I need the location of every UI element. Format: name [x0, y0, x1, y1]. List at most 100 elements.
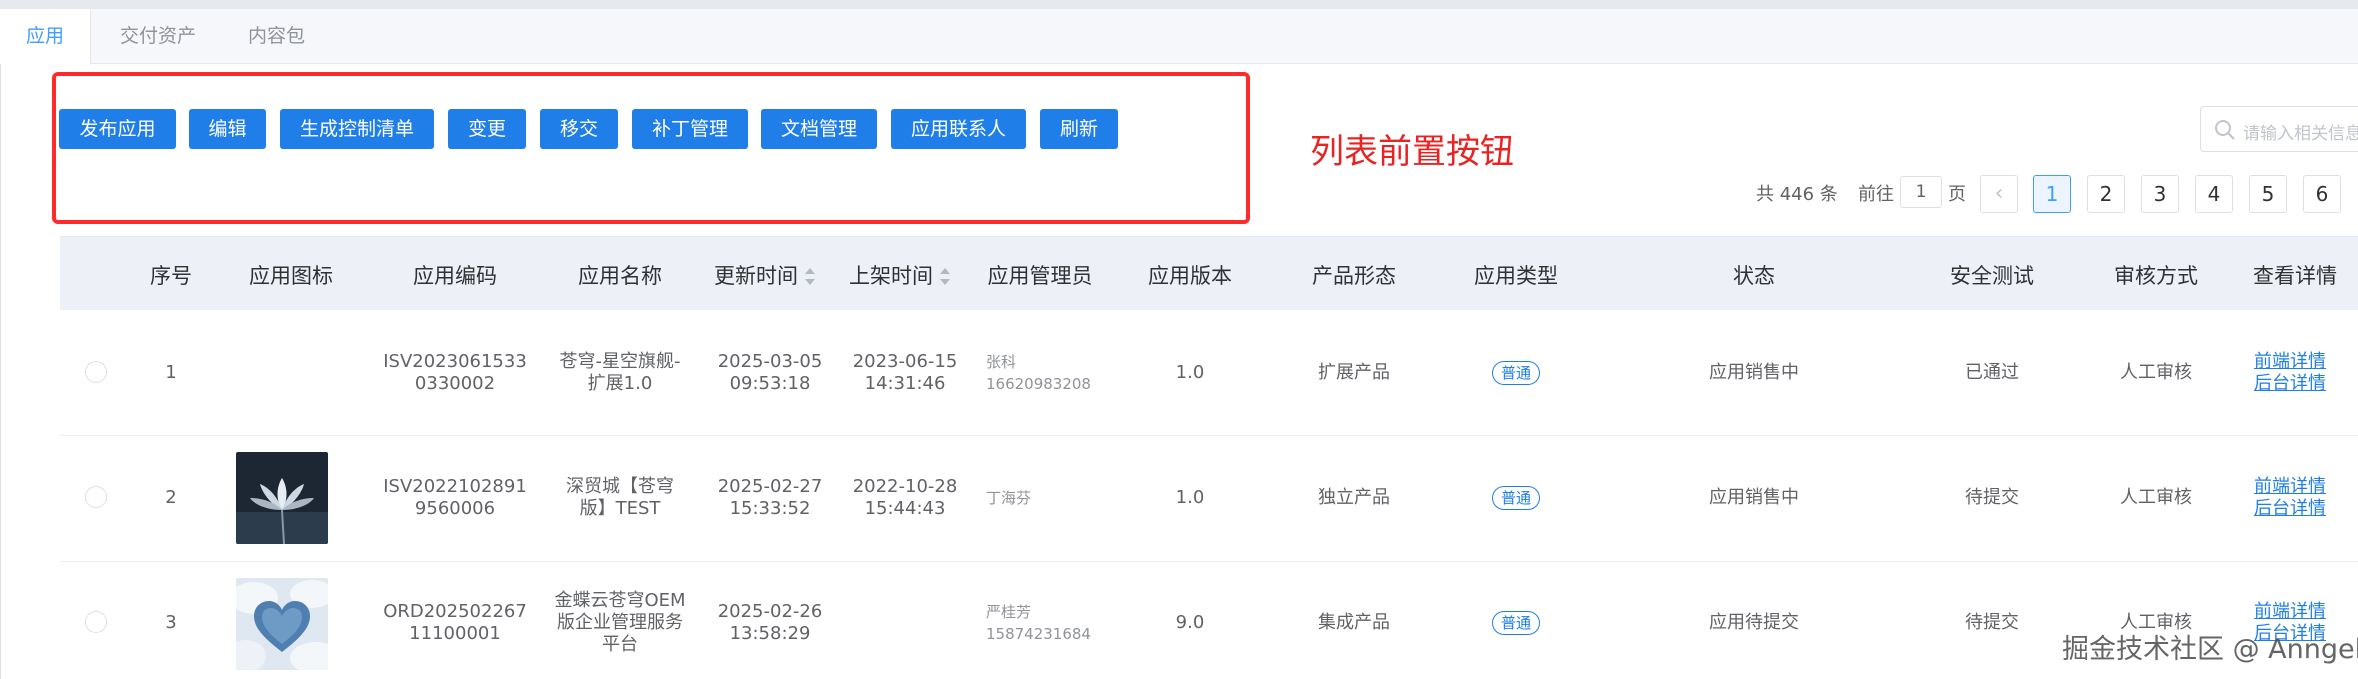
row-form: 扩展产品	[1318, 362, 1390, 383]
row-review: 人工审核	[2120, 487, 2192, 508]
row-name: 金蝶云苍穹OEM 版企业管理服务 平台	[554, 590, 686, 655]
col-security: 安全测试	[1950, 264, 2034, 288]
goto-suffix: 页	[1948, 184, 1966, 205]
col-updated[interactable]: 更新时间	[714, 260, 816, 290]
transfer-button[interactable]: 移交	[540, 109, 618, 149]
row-version: 1.0	[1175, 487, 1205, 508]
col-name: 应用名称	[578, 264, 662, 288]
sort-caret-icon[interactable]	[939, 267, 951, 287]
row-status: 应用销售中	[1709, 362, 1799, 383]
frontend-detail-link[interactable]: 前端详情	[2254, 601, 2326, 623]
page-5[interactable]: 5	[2249, 175, 2287, 213]
row-security: 待提交	[1965, 487, 2019, 508]
top-strip	[0, 0, 2358, 9]
col-type: 应用类型	[1474, 264, 1558, 288]
row-type: 普通	[1491, 611, 1541, 635]
row-listed: 2023-06-15 14:31:46	[852, 351, 958, 394]
watermark: 掘金技术社区 @ Anngel	[2062, 634, 2358, 665]
row-updated: 2025-02-27 15:33:52	[717, 476, 823, 519]
tab-content-package[interactable]: 内容包	[222, 9, 331, 64]
generate-control-list-button[interactable]: 生成控制清单	[280, 109, 434, 149]
page-3[interactable]: 3	[2141, 175, 2179, 213]
app-contacts-button[interactable]: 应用联系人	[891, 109, 1026, 149]
col-details: 查看详情	[2253, 264, 2337, 288]
col-version: 应用版本	[1148, 264, 1232, 288]
patch-management-button[interactable]: 补丁管理	[632, 109, 748, 149]
annotation-label: 列表前置按钮	[1310, 132, 1514, 172]
type-tag: 普通	[1491, 611, 1541, 635]
row-admin: 张科 16620983208	[986, 353, 1091, 393]
row-index: 2	[165, 487, 177, 508]
row-select-radio[interactable]	[85, 611, 107, 633]
page-2[interactable]: 2	[2087, 175, 2125, 213]
row-version: 9.0	[1175, 612, 1205, 633]
row-type: 普通	[1491, 361, 1541, 385]
row-listed: 2022-10-28 15:44:43	[852, 476, 958, 519]
prev-page-button[interactable]: ‹	[1980, 175, 2018, 213]
app-icon-heart-cloud	[236, 578, 328, 670]
row-updated: 2025-03-05 09:53:18	[717, 351, 823, 394]
col-icon: 应用图标	[249, 264, 333, 288]
row-name: 深贸城【苍穹 版】TEST	[566, 476, 674, 519]
col-index: 序号	[150, 264, 192, 288]
backend-detail-link[interactable]: 后台详情	[2254, 373, 2326, 395]
tab-apps[interactable]: 应用	[0, 9, 92, 65]
row-code: ISV2022102891 9560006	[383, 476, 527, 519]
heart-cloud-image-icon	[236, 578, 328, 670]
lotus-image-icon	[236, 452, 328, 544]
row-status: 应用待提交	[1709, 612, 1799, 633]
search-icon	[2215, 120, 2235, 140]
edit-button[interactable]: 编辑	[189, 109, 266, 149]
frontend-detail-link[interactable]: 前端详情	[2254, 351, 2326, 373]
col-listed[interactable]: 上架时间	[849, 260, 951, 290]
row-review: 人工审核	[2120, 362, 2192, 383]
row-form: 独立产品	[1318, 487, 1390, 508]
row-form: 集成产品	[1318, 612, 1390, 633]
row-index: 1	[165, 362, 177, 383]
refresh-button[interactable]: 刷新	[1040, 109, 1118, 149]
col-form: 产品形态	[1312, 264, 1396, 288]
row-index: 3	[165, 612, 177, 633]
search-box[interactable]: 请输入相关信息	[2200, 106, 2358, 152]
change-button[interactable]: 变更	[448, 109, 526, 149]
row-updated: 2025-02-26 13:58:29	[717, 601, 823, 644]
col-updated-label: 更新时间	[714, 264, 798, 288]
backend-detail-link[interactable]: 后台详情	[2254, 498, 2326, 520]
row-details: 前端详情 后台详情	[2254, 351, 2326, 395]
row-version: 1.0	[1175, 362, 1205, 383]
document-management-button[interactable]: 文档管理	[761, 109, 877, 149]
row-security: 待提交	[1965, 612, 2019, 633]
row-type: 普通	[1491, 486, 1541, 510]
type-tag: 普通	[1491, 361, 1541, 385]
row-code: ORD202502267 11100001	[383, 601, 527, 644]
row-security: 已通过	[1965, 362, 2019, 383]
goto-prefix: 前往	[1858, 184, 1894, 205]
tab-delivery-assets[interactable]: 交付资产	[94, 9, 222, 64]
goto-page-input[interactable]: 1	[1900, 176, 1942, 208]
app-icon-lotus	[236, 452, 328, 544]
left-border	[0, 64, 1, 679]
sort-caret-icon[interactable]	[804, 267, 816, 287]
row-select-radio[interactable]	[85, 361, 107, 383]
col-review: 审核方式	[2114, 264, 2198, 288]
tab-bar: 应用 交付资产 内容包	[0, 9, 2358, 65]
col-listed-label: 上架时间	[849, 264, 933, 288]
col-status: 状态	[1733, 264, 1775, 288]
publish-app-button[interactable]: 发布应用	[59, 109, 176, 149]
frontend-detail-link[interactable]: 前端详情	[2254, 476, 2326, 498]
row-admin: 丁海芬	[986, 489, 1032, 507]
row-admin: 严桂芳 15874231684	[986, 603, 1091, 643]
page-6[interactable]: 6	[2303, 175, 2341, 213]
total-count: 共 446 条	[1756, 184, 1838, 205]
page-1[interactable]: 1	[2033, 175, 2071, 213]
row-status: 应用销售中	[1709, 487, 1799, 508]
type-tag: 普通	[1491, 486, 1541, 510]
row-code: ISV2023061533 0330002	[383, 351, 527, 394]
row-select-radio[interactable]	[85, 486, 107, 508]
col-code: 应用编码	[413, 264, 497, 288]
page-4[interactable]: 4	[2195, 175, 2233, 213]
col-admin: 应用管理员	[987, 264, 1093, 288]
row-details: 前端详情 后台详情	[2254, 476, 2326, 520]
row-name: 苍穹-星空旗舰- 扩展1.0	[559, 351, 681, 394]
search-placeholder: 请输入相关信息	[2243, 124, 2358, 144]
